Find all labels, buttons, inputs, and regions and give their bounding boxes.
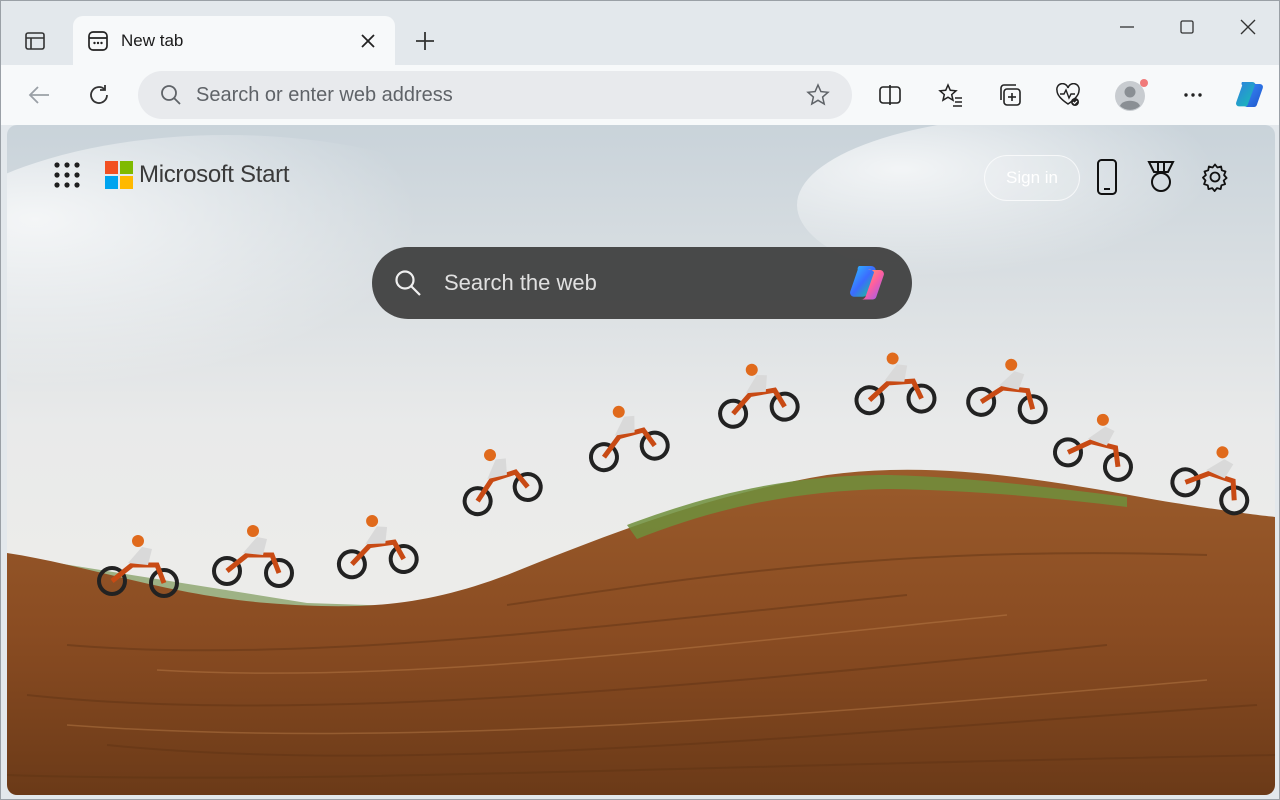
microsoft-logo-icon (105, 161, 133, 189)
tab-actions-button[interactable] (15, 25, 55, 57)
tab-strip: New tab (1, 1, 1279, 65)
settings-and-more-button[interactable] (1173, 75, 1213, 115)
background-image (7, 125, 1275, 795)
tab-actions-icon (25, 32, 45, 50)
sign-in-button[interactable]: Sign in (984, 155, 1080, 201)
collections-button[interactable] (990, 75, 1030, 115)
minimize-icon (1120, 26, 1134, 28)
copilot-icon[interactable] (848, 262, 890, 304)
web-search-placeholder: Search the web (444, 270, 597, 295)
microsoft-start-brand[interactable]: Microsoft Start (105, 161, 290, 189)
medal-icon (1147, 161, 1175, 192)
favorites-button[interactable] (931, 75, 971, 115)
collections-icon (1000, 84, 1021, 106)
web-search-box[interactable]: Search the web (372, 247, 912, 319)
plus-icon (416, 32, 434, 50)
mobile-app-button[interactable] (1087, 157, 1127, 197)
phone-icon (1097, 159, 1117, 195)
address-bar-placeholder: Search or enter web address (196, 83, 453, 106)
new-tab-page: Microsoft Start Sign in Search the web (7, 125, 1275, 795)
split-screen-button[interactable] (870, 75, 910, 115)
favorite-star-icon[interactable] (806, 83, 830, 107)
rewards-button[interactable] (1141, 157, 1181, 197)
close-icon (1240, 19, 1256, 35)
refresh-button[interactable] (79, 75, 119, 115)
more-icon (1184, 93, 1202, 97)
search-icon (395, 270, 421, 296)
maximize-icon (1180, 20, 1194, 34)
tab-title: New tab (121, 30, 184, 50)
address-bar[interactable]: Search or enter web address (138, 71, 852, 119)
maximize-button[interactable] (1164, 9, 1210, 45)
browser-window: New tab Search or enter web address Micr… (0, 0, 1280, 800)
brand-title: Microsoft Start (139, 161, 290, 188)
refresh-icon (90, 85, 108, 104)
new-tab-button[interactable] (409, 25, 441, 57)
apps-launcher-icon[interactable] (53, 161, 81, 189)
heart-pulse-icon (1056, 83, 1080, 106)
back-button[interactable] (19, 75, 59, 115)
avatar (1115, 79, 1148, 111)
gear-icon (1202, 163, 1228, 192)
copilot-button[interactable] (1231, 75, 1271, 115)
split-screen-icon (879, 85, 901, 105)
profile-button[interactable] (1111, 75, 1151, 115)
tab-new-tab[interactable]: New tab (73, 16, 395, 65)
arrow-left-icon (28, 86, 49, 104)
browser-essentials-button[interactable] (1048, 75, 1088, 115)
search-icon (161, 85, 181, 105)
favorites-list-icon (938, 83, 962, 107)
browser-toolbar: Search or enter web address (1, 65, 1279, 125)
close-tab-icon[interactable] (355, 28, 381, 54)
new-tab-page-icon (87, 30, 109, 52)
minimize-button[interactable] (1104, 9, 1150, 45)
copilot-icon (1236, 82, 1263, 108)
page-settings-button[interactable] (1195, 157, 1235, 197)
close-window-button[interactable] (1225, 9, 1271, 45)
